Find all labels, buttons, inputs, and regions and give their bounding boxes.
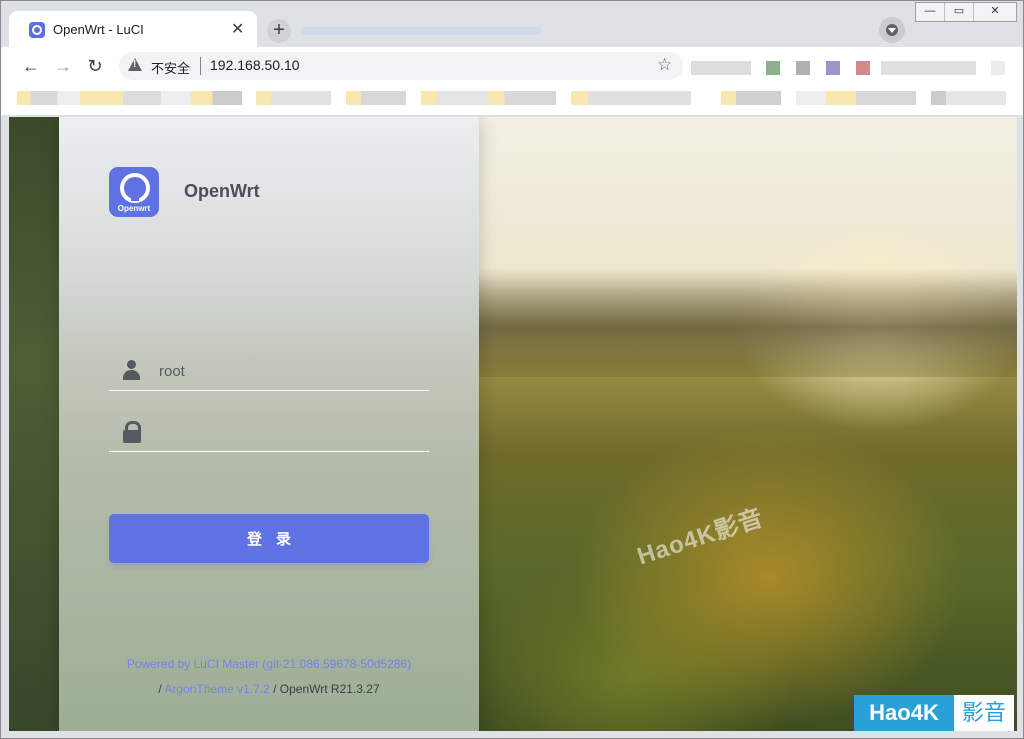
browser-toolbar: ← → ↻ 不安全 192.168.50.10 ☆ bbox=[1, 47, 1023, 85]
tab-title: OpenWrt - LuCI bbox=[53, 22, 144, 37]
badge-left-text: Hao4K bbox=[854, 695, 954, 731]
bookmark-item[interactable] bbox=[931, 91, 1006, 105]
new-tab-button[interactable]: + bbox=[267, 19, 291, 43]
bookmark-item[interactable] bbox=[346, 91, 406, 105]
login-button[interactable]: 登录 bbox=[109, 514, 429, 563]
powered-by-link[interactable]: Powered by LuCI Master (git-21.086.59678… bbox=[127, 657, 411, 671]
page-content: Hao4K影音 Openwrt OpenWrt 登录 Powered by Lu… bbox=[9, 117, 1017, 731]
maximize-button[interactable]: ▭ bbox=[945, 3, 974, 21]
address-bar[interactable]: 不安全 192.168.50.10 ☆ bbox=[119, 52, 683, 80]
blurred-extension bbox=[766, 61, 780, 75]
warning-icon bbox=[128, 58, 142, 71]
password-field bbox=[109, 411, 429, 452]
background-treeline bbox=[479, 267, 1017, 377]
star-icon[interactable]: ☆ bbox=[657, 55, 672, 75]
login-panel: Openwrt OpenWrt 登录 Powered by LuCI Maste… bbox=[59, 117, 479, 731]
logo-label: Openwrt bbox=[117, 204, 151, 213]
badge-right-text: 影音 bbox=[954, 695, 1014, 731]
minimize-button[interactable]: — bbox=[916, 3, 945, 21]
bookmark-item[interactable] bbox=[571, 91, 691, 105]
lock-icon bbox=[123, 421, 143, 443]
blurred-extension bbox=[856, 61, 870, 75]
back-button[interactable]: ← bbox=[20, 55, 42, 77]
browser-window: OpenWrt - LuCI ✕ + — ▭ ✕ ← → ↻ 不安全 192.1… bbox=[0, 0, 1024, 739]
bookmark-item[interactable] bbox=[107, 91, 242, 105]
tab-strip: OpenWrt - LuCI ✕ + — ▭ ✕ bbox=[1, 1, 1023, 47]
brand-name: OpenWrt bbox=[184, 181, 260, 201]
tab-close-icon[interactable]: ✕ bbox=[231, 19, 244, 39]
bookmark-item[interactable] bbox=[421, 91, 556, 105]
address-separator bbox=[200, 57, 201, 75]
bookmarks-bar bbox=[1, 85, 1023, 116]
security-label[interactable]: 不安全 bbox=[151, 58, 190, 77]
bookmark-item[interactable] bbox=[721, 91, 781, 105]
blurred-tab-area bbox=[301, 27, 541, 35]
openwrt-logo: Openwrt bbox=[109, 167, 159, 217]
user-icon bbox=[121, 360, 141, 380]
background-grass-edge bbox=[9, 117, 59, 731]
password-input[interactable] bbox=[157, 419, 421, 445]
blurred-extension bbox=[796, 61, 810, 75]
blurred-extension bbox=[691, 61, 751, 75]
theme-link[interactable]: ArgonTheme v1.7.2 bbox=[164, 682, 269, 696]
blurred-extension bbox=[881, 61, 976, 75]
powered-by-footer: Powered by LuCI Master (git-21.086.59678… bbox=[59, 657, 479, 671]
close-window-button[interactable]: ✕ bbox=[974, 3, 1016, 21]
footer-separator: / bbox=[158, 682, 162, 696]
reload-button[interactable]: ↻ bbox=[84, 55, 106, 77]
username-field bbox=[109, 350, 429, 391]
url-text[interactable]: 192.168.50.10 bbox=[210, 57, 300, 73]
blurred-extension bbox=[826, 61, 840, 75]
blurred-extension bbox=[991, 61, 1005, 75]
diagonal-watermark: Hao4K影音 bbox=[633, 504, 767, 571]
theme-footer: / ArgonTheme v1.7.2 / OpenWrt R21.3.27 bbox=[59, 682, 479, 696]
username-input[interactable] bbox=[157, 358, 421, 384]
logo-ring-icon bbox=[120, 173, 150, 203]
bookmark-item[interactable] bbox=[17, 91, 107, 105]
tab-favicon-icon bbox=[29, 22, 45, 38]
forward-button[interactable]: → bbox=[52, 55, 74, 77]
watermark-badge: Hao4K 影音 bbox=[854, 695, 1014, 731]
firmware-version: / OpenWrt R21.3.27 bbox=[273, 682, 380, 696]
browser-tab[interactable]: OpenWrt - LuCI ✕ bbox=[9, 11, 257, 47]
bookmark-item[interactable] bbox=[256, 91, 331, 105]
bookmark-item[interactable] bbox=[796, 91, 916, 105]
window-controls: — ▭ ✕ bbox=[915, 2, 1017, 22]
search-tabs-icon[interactable] bbox=[879, 17, 905, 43]
